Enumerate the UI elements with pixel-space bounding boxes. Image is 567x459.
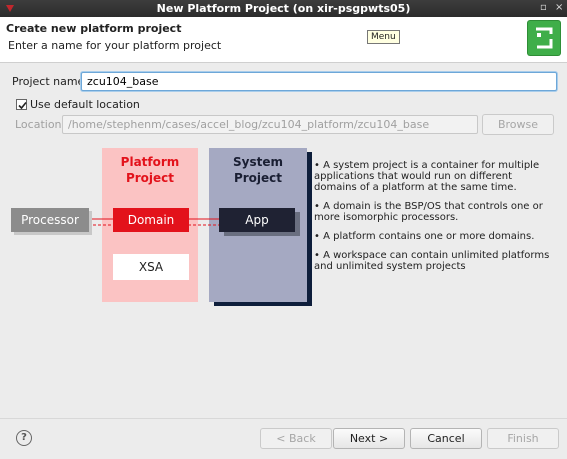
bullet-item: • A domain is the BSP/OS that controls o… [314, 201, 543, 223]
bullet-item: • A system project is a container for mu… [314, 160, 540, 193]
next-button[interactable]: Next > [333, 428, 405, 449]
cancel-button[interactable]: Cancel [410, 428, 482, 449]
close-icon[interactable]: × [555, 2, 563, 13]
finish-button[interactable]: Finish [487, 428, 559, 449]
page-title: Create new platform project [6, 22, 182, 35]
location-label: Location: [15, 118, 66, 131]
platform-title-line1: Platform [120, 155, 180, 169]
location-input[interactable] [62, 115, 478, 134]
system-title-line1: System [233, 155, 283, 169]
system-title-line2: Project [233, 171, 283, 185]
page-subtitle: Enter a name for your platform project [8, 39, 222, 52]
minimize-icon[interactable]: ▫ [540, 2, 547, 13]
bullet-item: • A platform contains one or more domain… [314, 231, 535, 242]
domain-block: Domain [113, 208, 189, 232]
bullet-item: • A workspace can contain unlimited plat… [314, 250, 550, 272]
info-bullets: • A system project is a container for mu… [314, 160, 554, 280]
checkmark-icon [18, 101, 27, 110]
footer-divider [0, 418, 567, 419]
help-icon[interactable]: ? [16, 430, 32, 446]
vitis-logo-icon [528, 21, 560, 55]
platform-title-line2: Project [125, 171, 175, 185]
project-name-label: Project name: [12, 75, 89, 88]
wizard-header: Create new platform project Enter a name… [0, 17, 567, 63]
xsa-block: XSA [113, 254, 189, 280]
processor-block: Processor [11, 208, 89, 232]
platform-project-title: Platform Project [102, 154, 198, 186]
app-block: App [219, 208, 295, 232]
system-project-title: System Project [209, 154, 307, 186]
window-titlebar: New Platform Project (on xir-psgpwts05) … [0, 0, 567, 17]
window-title: New Platform Project (on xir-psgpwts05) [156, 2, 411, 15]
use-default-location-label: Use default location [30, 98, 140, 111]
menu-tooltip: Menu [367, 30, 400, 44]
back-button[interactable]: < Back [260, 428, 332, 449]
use-default-location-checkbox[interactable] [16, 99, 27, 110]
project-name-input[interactable] [81, 72, 557, 91]
browse-button[interactable]: Browse [482, 114, 554, 135]
